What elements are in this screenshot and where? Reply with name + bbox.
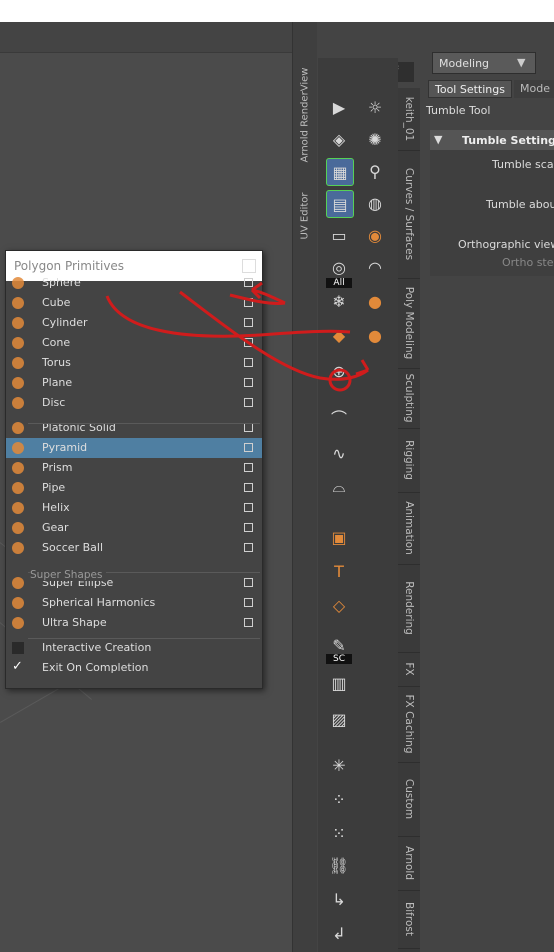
red-annotation-layer (105, 281, 370, 392)
annotation-arrowhead (355, 359, 370, 376)
